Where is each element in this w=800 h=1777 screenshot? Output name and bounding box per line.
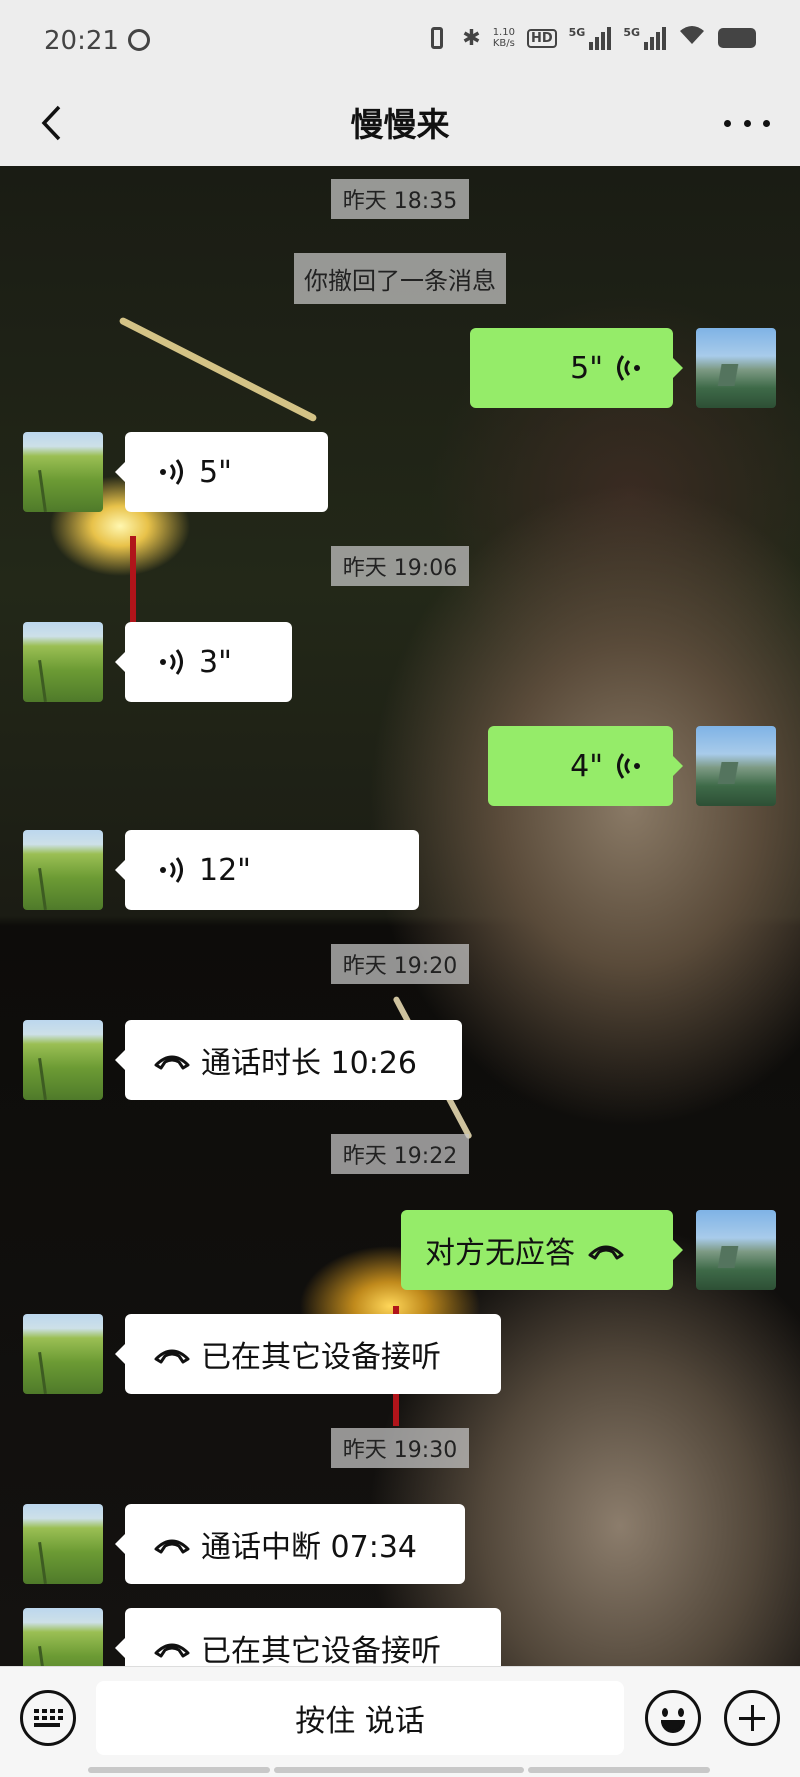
battery-icon	[718, 28, 756, 48]
phone-hangup-icon	[588, 1245, 624, 1260]
call-status-text: 已在其它设备接听	[201, 1634, 441, 1666]
contact-avatar[interactable]	[23, 622, 103, 702]
system-message: 你撤回了一条消息	[0, 253, 800, 304]
timestamp-text: 昨天 19:06	[330, 546, 470, 586]
recall-notice: 你撤回了一条消息	[294, 253, 506, 304]
my-avatar[interactable]	[696, 726, 776, 806]
gesture-bar	[274, 1767, 524, 1773]
call-status-text: 通话中断 07:34	[201, 1530, 417, 1565]
timestamp-text: 昨天 18:35	[330, 179, 470, 219]
more-dot-icon	[724, 119, 731, 127]
timestamp-text: 昨天 19:20	[330, 944, 470, 984]
call-message-bubble[interactable]: 已在其它设备接听	[115, 1314, 501, 1394]
contact-avatar[interactable]	[23, 1504, 103, 1584]
smiley-icon	[678, 1708, 684, 1717]
voice-message-bubble[interactable]: 12"	[115, 830, 419, 910]
voice-icon	[160, 857, 183, 883]
timestamp: 昨天 19:30	[0, 1428, 800, 1468]
keyboard-icon	[33, 1709, 63, 1727]
voice-duration: 5"	[570, 350, 603, 386]
my-avatar[interactable]	[696, 328, 776, 408]
voice-icon	[160, 459, 183, 485]
phone-hangup-icon	[154, 1055, 190, 1070]
timestamp: 昨天 18:35	[0, 179, 800, 219]
signal-1-label: 5G	[568, 26, 586, 39]
network-speed-unit: KB/s	[492, 38, 515, 49]
timestamp-text: 昨天 19:22	[330, 1134, 470, 1174]
phone-hangup-icon	[154, 1643, 190, 1658]
status-icons: ✱ 1.10 KB/s HD 5G 5G	[424, 24, 756, 52]
globe-icon	[128, 29, 150, 51]
more-dot-icon	[743, 119, 751, 127]
input-bar: 按住 说话	[0, 1666, 800, 1777]
keyboard-toggle-button[interactable]	[20, 1690, 76, 1746]
voice-duration: 5"	[199, 454, 232, 490]
network-speed: 1.10 KB/s	[493, 27, 515, 49]
call-message-bubble[interactable]: 对方无应答	[401, 1210, 683, 1290]
voice-icon	[617, 355, 640, 381]
contact-avatar[interactable]	[23, 830, 103, 910]
smiley-icon	[661, 1720, 685, 1733]
contact-avatar[interactable]	[23, 1314, 103, 1394]
voice-icon	[617, 753, 640, 779]
call-status-text: 通话时长 10:26	[201, 1046, 417, 1081]
signal-icon-1: 5G	[569, 26, 612, 50]
signal-2-label: 5G	[623, 26, 640, 39]
chat-title: 慢慢来	[350, 105, 450, 144]
wifi-icon	[678, 24, 706, 52]
contact-avatar[interactable]	[23, 432, 103, 512]
smiley-icon	[662, 1708, 668, 1717]
contact-avatar[interactable]	[23, 1608, 103, 1666]
contact-avatar[interactable]	[23, 1020, 103, 1100]
call-message-bubble[interactable]: 通话时长 10:26	[115, 1020, 462, 1100]
voice-message-bubble[interactable]: 5"	[470, 328, 683, 408]
voice-message-bubble[interactable]: 5"	[115, 432, 328, 512]
signal-icon-2: 5G	[623, 26, 666, 50]
hd-icon: HD	[526, 28, 557, 48]
voice-duration: 3"	[199, 644, 232, 680]
emoji-button[interactable]	[645, 1690, 701, 1746]
more-dot-icon	[763, 119, 770, 127]
voice-message-bubble[interactable]: 3"	[115, 622, 292, 702]
more-button[interactable]	[724, 110, 770, 136]
call-status-text: 对方无应答	[425, 1236, 575, 1271]
phone-hangup-icon	[154, 1539, 190, 1554]
my-avatar[interactable]	[696, 1210, 776, 1290]
phone-hangup-icon	[154, 1349, 190, 1364]
network-speed-value: 1.10	[492, 27, 515, 38]
hold-to-talk-button[interactable]: 按住 说话	[96, 1681, 624, 1755]
call-status-text: 已在其它设备接听	[201, 1340, 441, 1375]
voice-duration: 4"	[570, 748, 603, 784]
call-message-bubble[interactable]: 已在其它设备接听	[115, 1608, 501, 1666]
background-decoration	[118, 316, 318, 423]
voice-icon	[160, 649, 183, 675]
status-time: 20:21	[44, 26, 119, 56]
gesture-bar	[88, 1767, 270, 1773]
timestamp-text: 昨天 19:30	[330, 1428, 470, 1468]
chat-header: 慢慢来	[0, 80, 800, 166]
call-message-bubble[interactable]: 通话中断 07:34	[115, 1504, 465, 1584]
status-bar: 20:21 ✱ 1.10 KB/s HD 5G 5G	[0, 0, 800, 80]
timestamp: 昨天 19:20	[0, 944, 800, 984]
voice-duration: 12"	[199, 852, 251, 888]
voice-message-bubble[interactable]: 4"	[488, 726, 683, 806]
timestamp: 昨天 19:22	[0, 1134, 800, 1174]
chat-area[interactable]: 昨天 18:35 你撤回了一条消息 5" 5" 昨天 19:06 3" 4" 1…	[0, 166, 800, 1666]
timestamp: 昨天 19:06	[0, 546, 800, 586]
vibrate-icon	[424, 27, 450, 49]
gesture-bar	[528, 1767, 710, 1773]
bluetooth-icon: ✱	[462, 25, 481, 51]
more-functions-button[interactable]	[724, 1690, 780, 1746]
